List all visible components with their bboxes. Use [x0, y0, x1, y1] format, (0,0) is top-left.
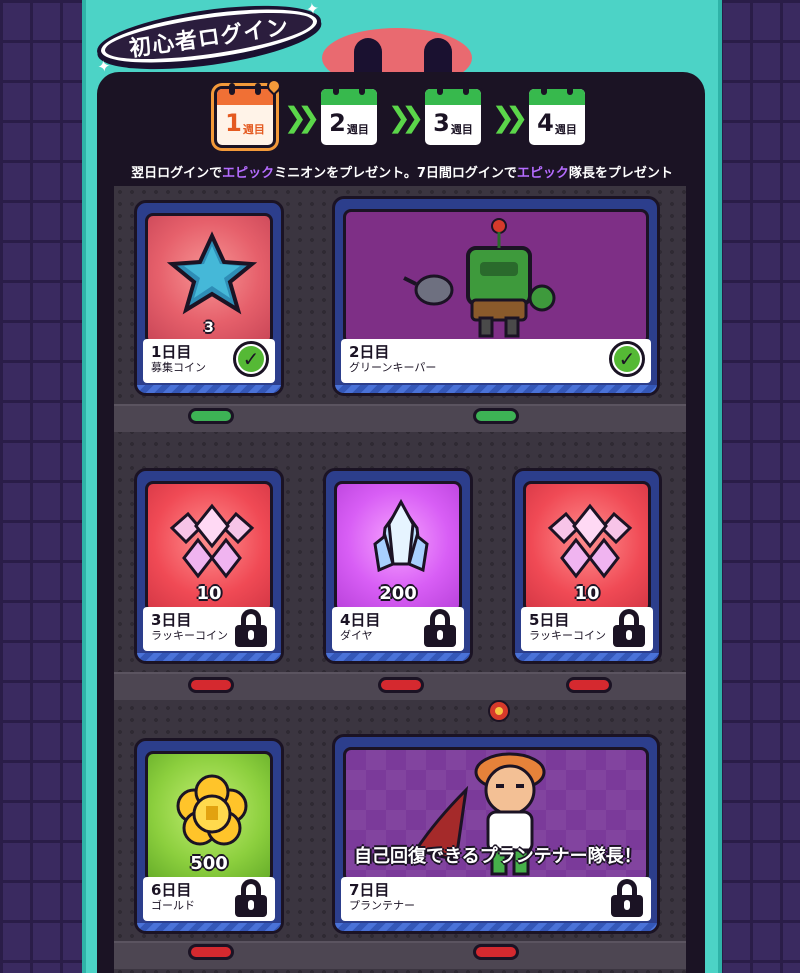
reward-image: 10: [145, 481, 273, 613]
week-suffix: 週目: [554, 123, 577, 136]
epic-label: エピック: [222, 166, 275, 181]
reward-amount: 200: [379, 583, 417, 604]
reward-image: 自己回復できるプランテナー隊長！: [343, 747, 649, 883]
reward-card-day-3[interactable]: 10 3日目 ラッキーコイン: [134, 468, 284, 664]
chevron-right-icon: ❯❯: [283, 100, 321, 134]
reward-image: 500: [145, 751, 273, 883]
lock-icon: [611, 879, 643, 917]
card-footer: 3日目 ラッキーコイン: [143, 607, 275, 651]
reward-image: [343, 209, 649, 345]
reward-card-day-2[interactable]: 2日目 グリーンキーパー ✓: [332, 196, 660, 396]
week-suffix: 週目: [450, 123, 473, 136]
reward-name: プランテナー: [349, 899, 415, 912]
reward-name: グリーンキーパー: [349, 361, 437, 374]
week-suffix: 週目: [346, 123, 369, 136]
epic-label: エピック: [516, 166, 569, 181]
week-number: 2: [329, 109, 346, 137]
status-lamp-locked: [473, 944, 519, 960]
status-lamp-claimed: [188, 408, 234, 424]
reward-card-day-1[interactable]: 3 1日目 募集コイン ✓: [134, 200, 284, 396]
day-label: 2日目: [349, 343, 390, 361]
card-footer: 6日目 ゴールド: [143, 877, 275, 921]
info-part: ミニオンをプレゼント。7日間ログインで: [274, 166, 517, 181]
status-lamp-locked: [188, 677, 234, 693]
reward-image: 200: [334, 481, 462, 613]
lock-icon: [613, 609, 645, 647]
flower-icon: [488, 700, 510, 722]
reward-card-day-4[interactable]: 200 4日目 ダイヤ: [323, 468, 473, 664]
checkmark-icon: ✓: [233, 341, 269, 377]
reward-amount: 10: [196, 583, 222, 604]
week-selector: 1 週目 ❯❯ 2 週目 ❯❯ 3 週目 ❯❯ 4 週目: [214, 76, 588, 148]
info-part: 隊長をプレゼント: [568, 166, 673, 181]
week-number: 3: [433, 109, 450, 137]
checkmark-icon: ✓: [609, 341, 645, 377]
info-text: 翌日ログインでエピックミニオンをプレゼント。7日間ログインでエピック隊長をプレゼ…: [102, 162, 702, 181]
lock-icon: [235, 879, 267, 917]
reward-image: 10: [523, 481, 651, 613]
promo-text: 自己回復できるプランテナー隊長！: [354, 846, 642, 867]
week-suffix: 週目: [242, 123, 265, 136]
card-footer: 4日目 ダイヤ: [332, 607, 464, 651]
status-lamp-claimed: [473, 408, 519, 424]
day-label: 7日目: [349, 881, 390, 899]
sparkle-icon: ✦: [304, 0, 321, 20]
greenkeeper-minion-icon: [403, 218, 556, 338]
card-footer: 1日目 募集コイン ✓: [143, 339, 275, 383]
status-lamp-locked: [566, 677, 612, 693]
lock-icon: [235, 609, 267, 647]
tab-week-1[interactable]: 1 週目: [214, 76, 284, 148]
status-lamp-locked: [188, 944, 234, 960]
reward-card-day-5[interactable]: 10 5日目 ラッキーコイン: [512, 468, 662, 664]
card-footer: 2日目 グリーンキーパー ✓: [341, 339, 651, 383]
lock-icon: [424, 609, 456, 647]
tab-week-4[interactable]: 4 週目: [526, 83, 588, 148]
tab-week-3[interactable]: 3 週目: [422, 83, 484, 148]
card-footer: 7日目 プランテナー: [341, 877, 651, 921]
reward-amount: 10: [574, 583, 600, 604]
reward-card-day-6[interactable]: 500 6日目 ゴールド: [134, 738, 284, 934]
chevron-right-icon: ❯❯: [387, 100, 425, 134]
card-footer: 5日目 ラッキーコイン: [521, 607, 653, 651]
reward-card-day-7[interactable]: 自己回復できるプランテナー隊長！ 7日目 プランテナー: [332, 734, 660, 934]
status-lamp-locked: [378, 677, 424, 693]
reward-amount: 3: [204, 320, 214, 336]
week-number: 1: [225, 109, 242, 137]
reward-image: 3: [145, 213, 273, 345]
week-number: 4: [537, 109, 554, 137]
tab-week-2[interactable]: 2 週目: [318, 83, 380, 148]
reward-amount: 500: [190, 853, 228, 874]
chevron-right-icon: ❯❯: [491, 100, 529, 134]
info-part: 翌日ログインで: [131, 166, 223, 181]
